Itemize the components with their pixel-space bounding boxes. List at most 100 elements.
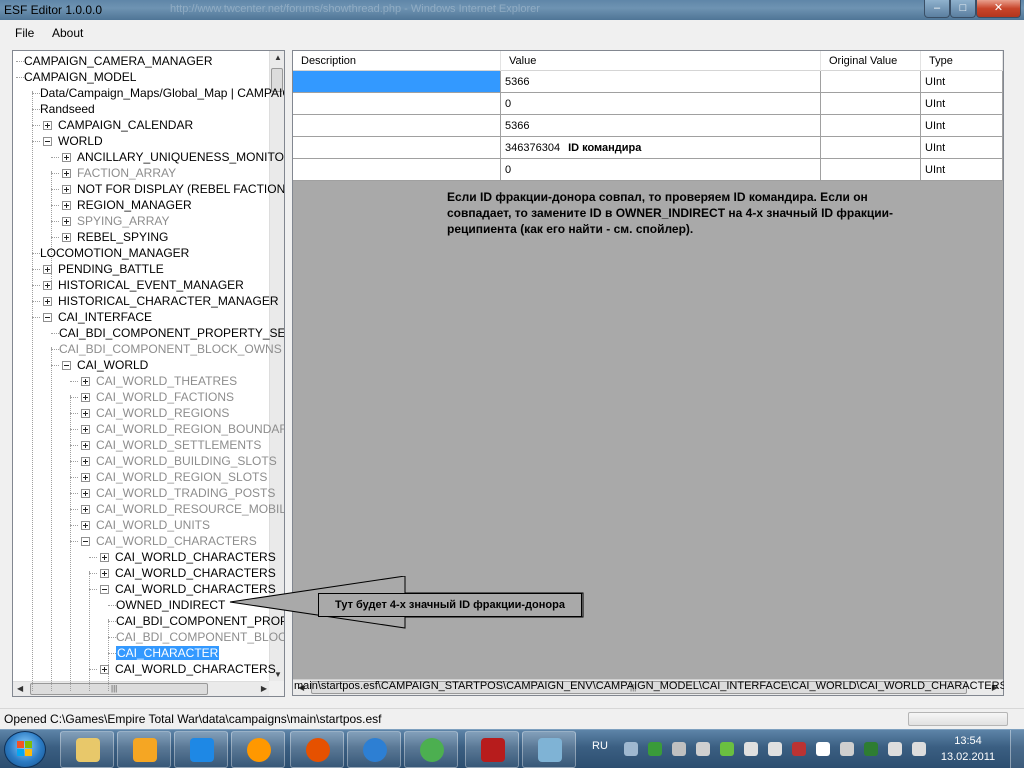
taskbar-icq-button[interactable] bbox=[404, 731, 458, 768]
tree-node[interactable]: CAI_WORLD_CHARACTERS bbox=[115, 549, 276, 565]
tree-node[interactable]: LOCOMOTION_MANAGER bbox=[40, 245, 189, 261]
menu-about[interactable]: About bbox=[52, 26, 83, 40]
expand-icon[interactable] bbox=[62, 185, 71, 194]
tree-node[interactable]: CAI_WORLD_SETTLEMENTS bbox=[96, 437, 261, 453]
expand-icon[interactable] bbox=[43, 121, 52, 130]
taskbar-mail-agent-button[interactable] bbox=[231, 731, 285, 768]
expand-icon[interactable] bbox=[81, 489, 90, 498]
expand-icon[interactable] bbox=[43, 281, 52, 290]
grid-row[interactable]: 5366 UInt bbox=[293, 71, 1003, 93]
grid-row[interactable]: 346376304 ID командира UInt bbox=[293, 137, 1003, 159]
cell-original-value[interactable] bbox=[821, 71, 921, 93]
tray-torrent-icon[interactable] bbox=[864, 742, 878, 756]
maximize-button[interactable]: □ bbox=[950, 0, 976, 18]
expand-icon[interactable] bbox=[81, 457, 90, 466]
expand-icon[interactable] bbox=[81, 473, 90, 482]
collapse-icon[interactable] bbox=[62, 361, 71, 370]
tree-node[interactable]: CAI_INTERFACE bbox=[58, 309, 152, 325]
tree-node[interactable]: CAI_WORLD_CHARACTERS bbox=[115, 661, 276, 677]
tree-node[interactable]: CAI_BDI_COMPONENT_PROPERTY_SET bbox=[59, 325, 284, 341]
cell-type[interactable]: UInt bbox=[921, 159, 1003, 181]
tray-app-icon[interactable] bbox=[696, 742, 710, 756]
tree-node[interactable]: SPYING_ARRAY bbox=[77, 213, 169, 229]
scroll-right-icon[interactable]: ▶ bbox=[261, 684, 267, 693]
tree-node[interactable]: CAMPAIGN_CALENDAR bbox=[58, 117, 193, 133]
tray-tool-icon[interactable] bbox=[672, 742, 686, 756]
tree-node[interactable]: ANCILLARY_UNIQUENESS_MONITOR bbox=[77, 149, 284, 165]
tree-node[interactable]: CAI_WORLD_THEATRES bbox=[96, 373, 237, 389]
tree-node[interactable]: PENDING_BATTLE bbox=[58, 261, 164, 277]
tree-node[interactable]: CAI_WORLD_FACTIONS bbox=[96, 389, 234, 405]
tray-security-icon[interactable] bbox=[648, 742, 662, 756]
expand-icon[interactable] bbox=[81, 393, 90, 402]
tree-node[interactable]: WORLD bbox=[58, 133, 103, 149]
start-button[interactable] bbox=[4, 731, 46, 768]
column-description[interactable]: Description bbox=[293, 51, 501, 71]
expand-icon[interactable] bbox=[81, 377, 90, 386]
scroll-left-icon[interactable]: ◀ bbox=[17, 684, 23, 693]
cell-type[interactable]: UInt bbox=[921, 115, 1003, 137]
tree-node[interactable]: CAI_WORLD_REGIONS bbox=[96, 405, 229, 421]
scroll-up-icon[interactable]: ▲ bbox=[274, 53, 282, 62]
cell-original-value[interactable] bbox=[821, 159, 921, 181]
taskbar-firefox-button[interactable] bbox=[290, 731, 344, 768]
tree-node[interactable]: Data/Campaign_Maps/Global_Map | CAMPAIGN bbox=[40, 85, 284, 101]
tray-sync-icon[interactable] bbox=[720, 742, 734, 756]
expand-icon[interactable] bbox=[62, 153, 71, 162]
collapse-icon[interactable] bbox=[81, 537, 90, 546]
language-indicator[interactable]: RU bbox=[592, 740, 608, 752]
column-value[interactable]: Value bbox=[501, 51, 821, 71]
expand-icon[interactable] bbox=[62, 201, 71, 210]
expand-icon[interactable] bbox=[62, 233, 71, 242]
expand-icon[interactable] bbox=[100, 553, 109, 562]
column-type[interactable]: Type bbox=[921, 51, 1003, 71]
tray-network-icon[interactable] bbox=[624, 742, 638, 756]
tray-mail-icon[interactable] bbox=[792, 742, 806, 756]
tray-flag-icon[interactable] bbox=[816, 742, 830, 756]
tree-node[interactable]: CAI_WORLD_REGION_SLOTS bbox=[96, 469, 267, 485]
cell-original-value[interactable] bbox=[821, 93, 921, 115]
taskbar-safari-button[interactable] bbox=[347, 731, 401, 768]
cell-value[interactable]: 0 bbox=[501, 159, 821, 181]
cell-description[interactable] bbox=[293, 137, 501, 159]
expand-icon[interactable] bbox=[62, 169, 71, 178]
expand-icon[interactable] bbox=[81, 409, 90, 418]
cell-original-value[interactable] bbox=[821, 137, 921, 159]
expand-icon[interactable] bbox=[62, 217, 71, 226]
show-desktop-button[interactable] bbox=[1010, 730, 1024, 768]
cell-type[interactable]: UInt bbox=[921, 71, 1003, 93]
collapse-icon[interactable] bbox=[43, 313, 52, 322]
grid-row[interactable]: 0 UInt bbox=[293, 159, 1003, 181]
expand-icon[interactable] bbox=[81, 441, 90, 450]
tree-node[interactable]: NOT FOR DISPLAY (REBEL FACTION) | RE bbox=[77, 181, 284, 197]
tree-node[interactable]: CAI_WORLD_UNITS bbox=[96, 517, 210, 533]
tray-tool-icon[interactable] bbox=[744, 742, 758, 756]
taskbar-internet-explorer-button[interactable] bbox=[174, 731, 228, 768]
cell-type[interactable]: UInt bbox=[921, 137, 1003, 159]
tray-battery-icon[interactable] bbox=[840, 742, 854, 756]
tree-node[interactable]: HISTORICAL_EVENT_MANAGER bbox=[58, 277, 244, 293]
taskbar-flash-app-button[interactable] bbox=[465, 731, 519, 768]
tree-node[interactable]: CAI_WORLD_REGION_BOUNDARIES bbox=[96, 421, 284, 437]
taskbar-media-player-button[interactable] bbox=[117, 731, 171, 768]
cell-original-value[interactable] bbox=[821, 115, 921, 137]
cell-value[interactable]: 5366 bbox=[501, 115, 821, 137]
tree-node[interactable]: HISTORICAL_CHARACTER_MANAGER bbox=[58, 293, 279, 309]
tree-node[interactable]: CAMPAIGN_CAMERA_MANAGER bbox=[24, 53, 212, 69]
tree-node[interactable]: CAI_WORLD_CHARACTERS bbox=[96, 533, 257, 549]
tree-node[interactable]: CAI_WORLD bbox=[77, 357, 148, 373]
tree-node[interactable]: CAI_WORLD_TRADING_POSTS bbox=[96, 485, 275, 501]
expand-icon[interactable] bbox=[100, 569, 109, 578]
cell-type[interactable]: UInt bbox=[921, 93, 1003, 115]
expand-icon[interactable] bbox=[43, 265, 52, 274]
collapse-icon[interactable] bbox=[43, 137, 52, 146]
tray-volume-icon[interactable] bbox=[912, 742, 926, 756]
tree-node[interactable]: Randseed bbox=[40, 101, 95, 117]
cell-description[interactable] bbox=[293, 115, 501, 137]
tree-node[interactable]: CAMPAIGN_MODEL bbox=[24, 69, 136, 85]
tree-node-selected[interactable]: CAI_CHARACTER bbox=[116, 645, 220, 661]
close-button[interactable]: ✕ bbox=[976, 0, 1021, 18]
expand-icon[interactable] bbox=[81, 505, 90, 514]
cell-value[interactable]: 346376304 ID командира bbox=[501, 137, 821, 159]
cell-description[interactable] bbox=[293, 93, 501, 115]
